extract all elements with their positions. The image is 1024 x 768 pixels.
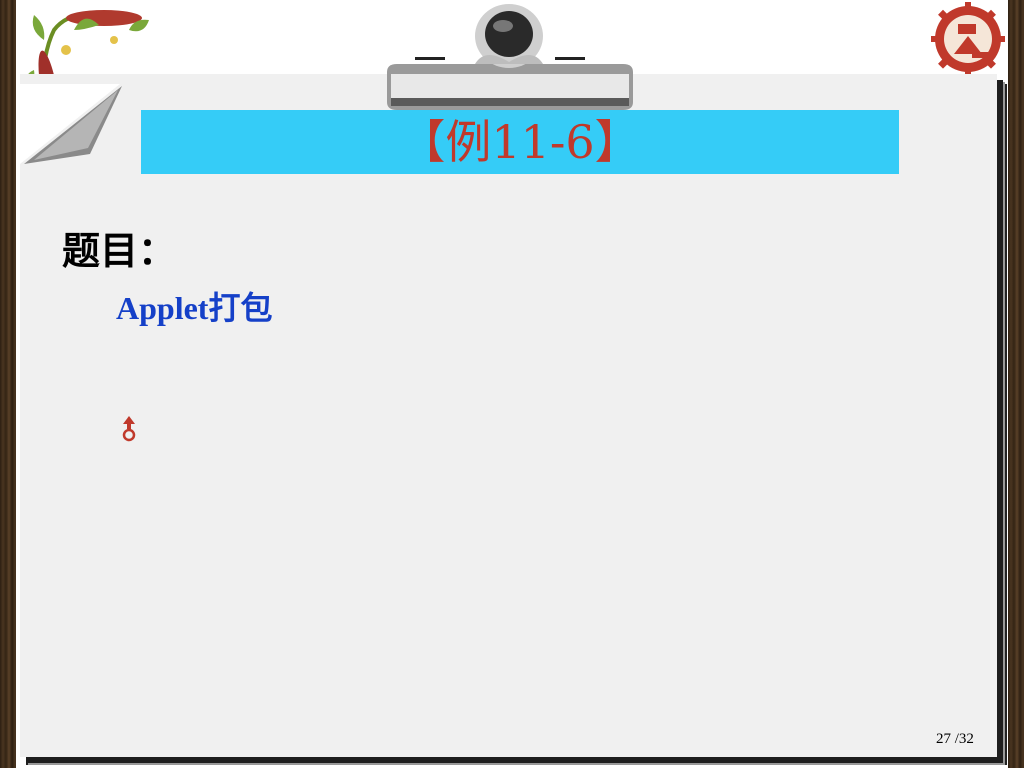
title-banner: 【例11-6】 (141, 110, 899, 174)
question-label: 题目： (62, 229, 177, 273)
clipboard-clip-icon (387, 4, 633, 110)
paper-sheet (20, 74, 997, 757)
sheet-shadow (997, 84, 1007, 760)
hyperlink-action-icon[interactable] (120, 414, 138, 442)
sheet-shadow-bottom (26, 757, 1007, 765)
question-text: Applet打包 (116, 290, 273, 326)
university-gear-seal-icon (931, 2, 1005, 76)
page-curl-corner (20, 84, 122, 164)
page-number: 27 /32 (936, 731, 974, 747)
slide-title: 【例11-6】 (399, 115, 641, 169)
